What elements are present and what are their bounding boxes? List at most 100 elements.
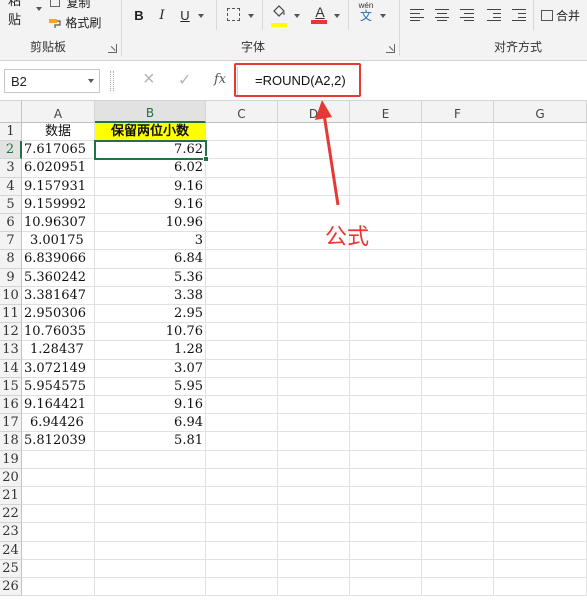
row-header-19[interactable]: 19: [0, 450, 22, 469]
cell-g12[interactable]: [494, 323, 587, 342]
cell-c1[interactable]: [206, 123, 278, 142]
cell-e22[interactable]: [350, 505, 422, 524]
merge-button[interactable]: 合并: [541, 7, 580, 24]
cell-g11[interactable]: [494, 305, 587, 324]
cell-b6[interactable]: 10.96: [95, 214, 206, 233]
cell-b10[interactable]: 3.38: [95, 286, 206, 305]
cell-b9[interactable]: 5.36: [95, 268, 206, 287]
chevron-down-icon[interactable]: [334, 14, 340, 18]
cell-e5[interactable]: [350, 195, 422, 214]
cell-a1[interactable]: 数据: [22, 123, 95, 142]
cell-b1[interactable]: 保留两位小数: [95, 123, 206, 142]
cell-f10[interactable]: [422, 286, 494, 305]
cell-c21[interactable]: [206, 487, 278, 506]
cell-f17[interactable]: [422, 414, 494, 433]
cell-g8[interactable]: [494, 250, 587, 269]
cell-d20[interactable]: [278, 468, 350, 487]
cell-d22[interactable]: [278, 505, 350, 524]
cell-b22[interactable]: [95, 505, 206, 524]
chevron-down-icon[interactable]: [198, 14, 204, 18]
cell-c10[interactable]: [206, 286, 278, 305]
chevron-down-icon[interactable]: [294, 14, 300, 18]
fill-color-button[interactable]: [271, 4, 289, 27]
row-header-26[interactable]: 26: [0, 578, 22, 597]
cell-b17[interactable]: 6.94: [95, 414, 206, 433]
clipboard-launcher-icon[interactable]: [108, 44, 117, 53]
cell-g26[interactable]: [494, 578, 587, 597]
cell-a21[interactable]: [22, 487, 95, 506]
formula-bar-grip[interactable]: [110, 71, 114, 91]
cell-f22[interactable]: [422, 505, 494, 524]
cell-a24[interactable]: [22, 541, 95, 560]
cell-c8[interactable]: [206, 250, 278, 269]
cell-c25[interactable]: [206, 559, 278, 578]
cell-g19[interactable]: [494, 450, 587, 469]
row-header-23[interactable]: 23: [0, 523, 22, 542]
cell-e17[interactable]: [350, 414, 422, 433]
cell-g3[interactable]: [494, 159, 587, 178]
row-header-25[interactable]: 25: [0, 559, 22, 578]
phonetic-guide-button[interactable]: wén 文: [356, 2, 376, 26]
cell-c2[interactable]: [206, 141, 278, 160]
cell-g21[interactable]: [494, 487, 587, 506]
cell-g6[interactable]: [494, 214, 587, 233]
row-header-3[interactable]: 3: [0, 159, 22, 178]
cell-g16[interactable]: [494, 396, 587, 415]
row-header-21[interactable]: 21: [0, 487, 22, 506]
column-header-g[interactable]: G: [494, 101, 587, 123]
cell-b19[interactable]: [95, 450, 206, 469]
cell-d24[interactable]: [278, 541, 350, 560]
cell-c24[interactable]: [206, 541, 278, 560]
borders-icon[interactable]: [227, 8, 240, 21]
cell-c3[interactable]: [206, 159, 278, 178]
cell-b11[interactable]: 2.95: [95, 305, 206, 324]
cell-c9[interactable]: [206, 268, 278, 287]
cell-d11[interactable]: [278, 305, 350, 324]
column-header-b[interactable]: B: [95, 101, 206, 123]
cell-f1[interactable]: [422, 123, 494, 142]
cell-b23[interactable]: [95, 523, 206, 542]
cell-a16[interactable]: 9.164421: [22, 396, 95, 415]
cell-b15[interactable]: 5.95: [95, 377, 206, 396]
cell-d13[interactable]: [278, 341, 350, 360]
cell-g14[interactable]: [494, 359, 587, 378]
cell-g13[interactable]: [494, 341, 587, 360]
cell-c11[interactable]: [206, 305, 278, 324]
row-header-24[interactable]: 24: [0, 541, 22, 560]
cell-b2[interactable]: 7.62: [95, 141, 206, 160]
cell-d16[interactable]: [278, 396, 350, 415]
row-header-18[interactable]: 18: [0, 432, 22, 451]
cell-b13[interactable]: 1.28: [95, 341, 206, 360]
cell-d9[interactable]: [278, 268, 350, 287]
cell-f7[interactable]: [422, 232, 494, 251]
cell-d2[interactable]: [278, 141, 350, 160]
cell-b12[interactable]: 10.76: [95, 323, 206, 342]
cell-a17[interactable]: 6.94426: [22, 414, 95, 433]
cell-a3[interactable]: 6.020951: [22, 159, 95, 178]
cell-f6[interactable]: [422, 214, 494, 233]
cell-g2[interactable]: [494, 141, 587, 160]
paste-button[interactable]: 粘贴: [8, 0, 42, 27]
cell-b24[interactable]: [95, 541, 206, 560]
cell-a25[interactable]: [22, 559, 95, 578]
row-header-15[interactable]: 15: [0, 377, 22, 396]
cell-e3[interactable]: [350, 159, 422, 178]
cell-a15[interactable]: 5.954575: [22, 377, 95, 396]
cell-e13[interactable]: [350, 341, 422, 360]
align-center-icon[interactable]: [435, 9, 449, 21]
row-header-6[interactable]: 6: [0, 214, 22, 233]
cell-d1[interactable]: [278, 123, 350, 142]
cell-f5[interactable]: [422, 195, 494, 214]
chevron-down-icon[interactable]: [380, 14, 386, 18]
cell-f2[interactable]: [422, 141, 494, 160]
cell-e15[interactable]: [350, 377, 422, 396]
row-header-20[interactable]: 20: [0, 468, 22, 487]
cell-d12[interactable]: [278, 323, 350, 342]
cell-f3[interactable]: [422, 159, 494, 178]
cell-c7[interactable]: [206, 232, 278, 251]
cell-g17[interactable]: [494, 414, 587, 433]
cell-d3[interactable]: [278, 159, 350, 178]
cell-f19[interactable]: [422, 450, 494, 469]
cell-e19[interactable]: [350, 450, 422, 469]
row-header-12[interactable]: 12: [0, 323, 22, 342]
